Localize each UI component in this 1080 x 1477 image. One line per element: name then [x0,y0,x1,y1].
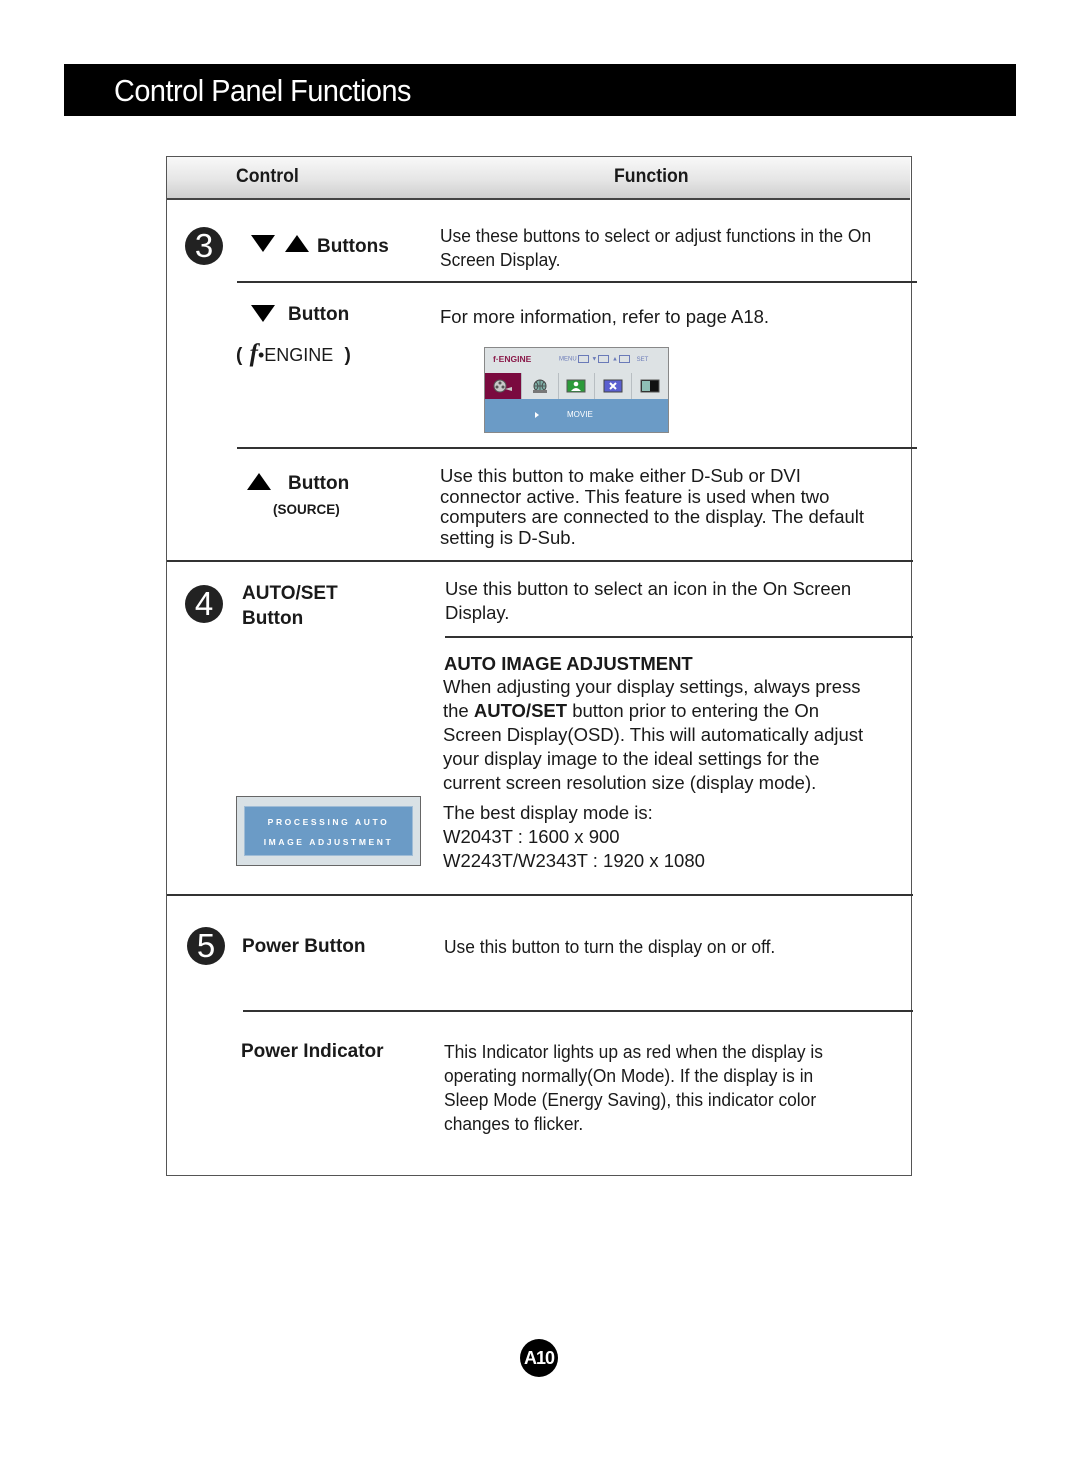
section-number-5: 5 [187,927,225,965]
page-title: Control Panel Functions [114,73,411,108]
row-divider [237,447,917,449]
source-label: (SOURCE) [273,502,340,517]
control-updown-buttons [251,235,310,257]
description-line: changes to flicker. [444,1113,584,1134]
auto-image-adjustment-heading: AUTO IMAGE ADJUSTMENT [444,653,693,674]
description-buttons: Use these buttons to select or adjust fu… [440,224,871,272]
description-line: When adjusting your display settings, al… [443,676,861,697]
control-label-buttons: Buttons [317,236,389,257]
description-line: Use this button to make either D-Sub or … [440,465,801,486]
description-fengine: For more information, refer to page A18. [440,306,770,327]
section-divider [167,560,913,562]
page-title-bar: Control Panel Functions [64,64,1016,116]
page-number-badge: A10 [520,1339,558,1377]
best-mode-line: W2043T : 1600 x 900 [443,826,620,847]
osd-key-menu: MENU [559,356,577,363]
internet-globe-icon [532,379,547,393]
control-label-fengine-button: Button [288,304,350,325]
down-triangle-icon [251,235,275,252]
osd-key-set: SET [636,356,649,363]
description-line: Screen Display(OSD). This will automatic… [443,724,864,745]
description-line: Display. [445,602,510,623]
processing-line-2: IMAGE ADJUSTMENT [263,837,394,847]
osd-selected-row: MOVIE [485,399,668,432]
osd-key-down: ▼ [591,356,598,363]
description-line: current screen resolution size (display … [443,772,817,793]
osd-mode-normal [595,373,633,399]
osd-key-up: ▲ [611,356,618,363]
description-autoset: Use this button to select an icon in the… [445,577,851,625]
processing-auto-adjustment-box: PROCESSING AUTO IMAGE ADJUSTMENT [236,796,421,866]
auto-image-adjustment-text: When adjusting your display settings, al… [443,675,863,795]
description-power-button: Use this button to turn the display on o… [444,936,776,957]
column-header-control: Control [236,166,299,187]
up-triangle-icon [247,473,271,490]
description-line: your display image to the ideal settings… [443,748,820,769]
best-mode-line: The best display mode is: [443,802,653,823]
f-engine-glyph-icon: f [249,340,258,367]
description-line: setting is D-Sub. [440,527,576,549]
up-triangle-icon [285,235,310,252]
paren-close: ) [344,345,351,366]
row-divider [243,1010,913,1012]
control-label-line: Button [242,608,304,629]
key-box-icon [618,355,630,363]
description-line: This Indicator lights up as red when the… [444,1041,823,1062]
processing-message: PROCESSING AUTO IMAGE ADJUSTMENT [244,806,413,856]
movie-reel-icon [493,379,512,393]
osd-mode-movie [485,373,522,399]
close-x-icon [603,379,623,393]
description-line: operating normally(On Mode). If the disp… [444,1065,814,1086]
row-divider [445,636,913,638]
contrast-icon [640,379,660,393]
description-source: Use this button to make either D-Sub or … [440,465,865,549]
control-label-autoset: AUTO/SET Button [242,581,338,631]
osd-top-bar: f·ENGINE MENU ▼ ▲ SET [485,348,668,374]
control-label-source-button: Button [288,473,350,494]
column-header-function: Function [614,166,689,187]
row-divider [237,281,917,283]
description-line: the AUTO/SET button prior to entering th… [443,699,863,723]
picture-person-icon [566,379,586,393]
text-span: button prior to entering the On [567,700,820,721]
fengine-label: ( f•ENGINE ) [236,340,351,368]
processing-line-1: PROCESSING AUTO [267,817,390,827]
best-display-mode: The best display mode is: W2043T : 1600 … [443,801,705,873]
paren-open: ( [236,345,243,366]
osd-mode-demo [632,373,668,399]
osd-mode-user [558,373,596,399]
table-header: Control Function [167,157,910,200]
osd-key-hints: MENU ▼ ▲ SET [559,355,648,363]
description-line: connector active. This feature is used w… [440,485,830,507]
key-box-icon [577,355,589,363]
down-triangle-icon [251,305,275,322]
best-mode-line: W2243T/W2343T : 1920 x 1080 [443,850,705,871]
control-label-power-indicator: Power Indicator [241,1041,384,1062]
control-label-line: AUTO/SET [242,583,338,604]
control-label-power-button: Power Button [242,936,366,957]
section-number-4: 4 [185,585,223,623]
control-function-table: Control Function 3 Buttons Use these but… [166,156,917,1176]
description-line: Use these buttons to select or adjust fu… [440,225,872,246]
description-line: Use this button to select an icon in the… [445,578,852,599]
description-line: Sleep Mode (Energy Saving), this indicat… [444,1089,817,1110]
fengine-text: •ENGINE [257,345,334,365]
section-divider [167,894,913,896]
osd-icon-row [485,373,668,399]
osd-brand: f·ENGINE [493,354,532,364]
description-line: computers are connected to the display. … [440,506,865,528]
description-line: Screen Display. [440,249,561,270]
osd-mode-internet [521,373,559,399]
section-number-3: 3 [185,227,223,265]
arrow-right-icon [535,412,539,418]
osd-row-label: MOVIE [567,410,593,419]
fengine-osd-preview: f·ENGINE MENU ▼ ▲ SET MOVIE [484,347,669,433]
description-power-indicator: This Indicator lights up as red when the… [444,1040,823,1136]
autoset-emphasis: AUTO/SET [473,700,568,721]
key-box-icon [598,355,610,363]
text-span: the [443,700,474,721]
